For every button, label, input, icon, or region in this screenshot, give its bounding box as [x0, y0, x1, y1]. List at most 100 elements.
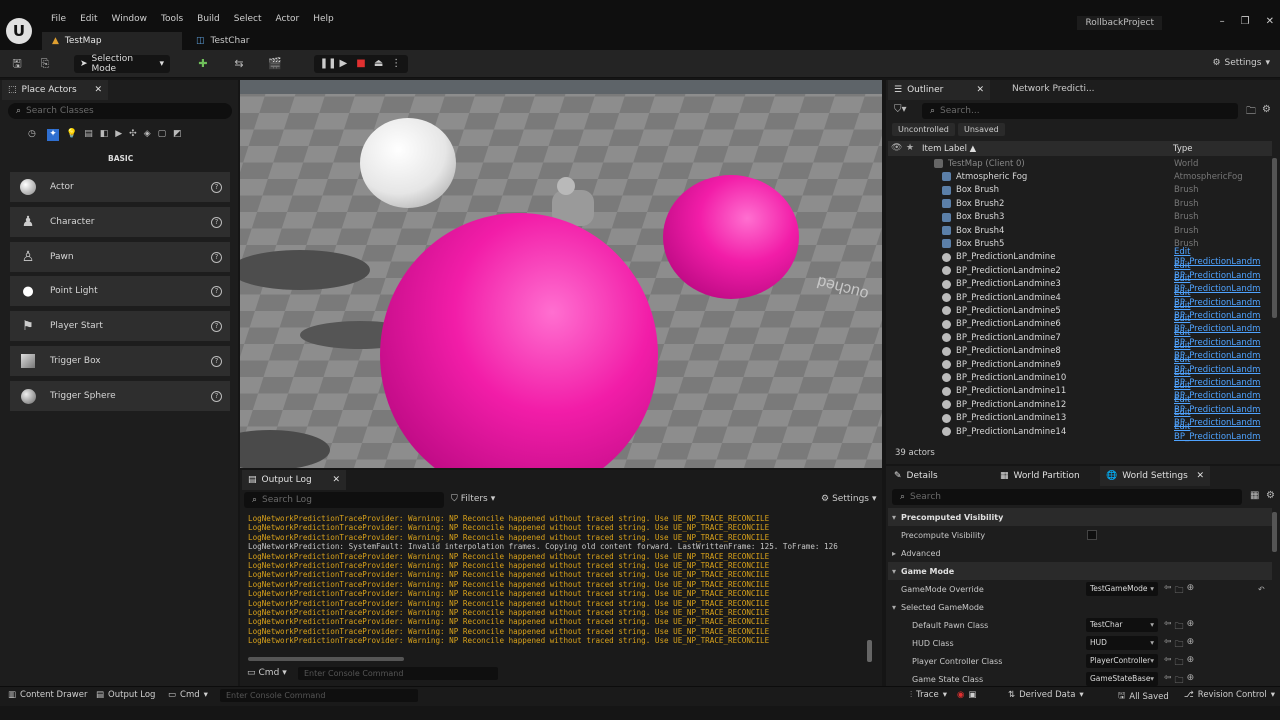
gear-icon[interactable]: ⚙	[1262, 104, 1271, 115]
grid-view-icon[interactable]: ▦	[1250, 490, 1259, 501]
menu-build[interactable]: Build	[190, 14, 227, 24]
menu-help[interactable]: Help	[306, 14, 341, 24]
tab-testchar[interactable]: ◫ TestChar	[186, 32, 306, 50]
save-status[interactable]: 🖫 All Saved	[1118, 690, 1169, 704]
outliner-row[interactable]: Box Brush3 Brush	[888, 211, 1272, 224]
more-options-icon[interactable]: ⋮	[390, 58, 402, 70]
close-tab-icon[interactable]: ✕	[976, 85, 984, 95]
help-icon[interactable]: ?	[211, 181, 222, 193]
shapes-icon[interactable]: ▤	[84, 129, 93, 141]
eject-icon[interactable]: ⏏	[373, 58, 385, 70]
cinematic-icon[interactable]: ◧	[100, 129, 109, 141]
trace-button[interactable]: ⫶ Trace ▾ ◉ ▣	[910, 690, 976, 700]
outliner-row[interactable]: TestMap (Client 0) World	[888, 157, 1272, 170]
basic-category-icon[interactable]: ✦	[47, 129, 59, 141]
outliner-row[interactable]: Box Brush2 Brush	[888, 197, 1272, 210]
console-command-input[interactable]: Enter Console Command	[298, 667, 498, 680]
menu-window[interactable]: Window	[105, 14, 155, 24]
place-actor-character[interactable]: ♟ Character ?	[10, 207, 230, 237]
tab-network-prediction[interactable]: Network Predicti...	[1012, 84, 1095, 94]
menu-file[interactable]: File	[44, 14, 73, 24]
recent-icon[interactable]: ◷	[28, 129, 40, 141]
chevron-down-icon[interactable]: ▾	[892, 567, 896, 576]
cmd-button[interactable]: ▭ Cmd ▾	[168, 690, 208, 700]
property-row[interactable]: Player Controller Class PlayerController ⇦…	[888, 652, 1272, 670]
place-actor-player-start[interactable]: ⚑ Player Start ?	[10, 311, 230, 341]
filter-icon[interactable]: ⛉▾	[894, 104, 907, 115]
outliner-row[interactable]: BP_PredictionLandmine14 Edit BP_Predictio…	[888, 422, 1272, 442]
visual-effects-icon[interactable]: ▶	[115, 129, 122, 141]
tab-world-settings[interactable]: 🌐 World Settings ✕	[1100, 466, 1210, 486]
property-section[interactable]: ▾ Precomputed Visibility	[888, 508, 1272, 526]
all-classes-icon[interactable]: ▢	[158, 129, 167, 141]
output-log-button[interactable]: ▤ Output Log	[96, 690, 155, 700]
details-scrollbar[interactable]	[1272, 512, 1277, 552]
blueprint-menu-icon[interactable]: ⇆	[232, 57, 246, 71]
save-icon[interactable]: 🖫	[10, 57, 24, 71]
source-control-icon[interactable]: ⎘	[38, 57, 52, 71]
add-icon[interactable]: ⊕	[1187, 637, 1195, 653]
class-dropdown[interactable]: TestChar	[1086, 618, 1158, 632]
step-icon[interactable]: ▶	[337, 58, 349, 70]
content-drawer-button[interactable]: ▥ Content Drawer	[8, 690, 87, 700]
chevron-down-icon[interactable]: ▾	[892, 603, 896, 612]
property-row[interactable]: Default Pawn Class TestChar ⇦🗀⊕	[888, 616, 1272, 634]
use-selected-icon[interactable]: ⇦	[1164, 655, 1172, 671]
tab-world-partition[interactable]: ▦ World Partition	[994, 466, 1096, 486]
property-section[interactable]: ▾ Selected GameMode	[888, 598, 1272, 616]
cmd-dropdown[interactable]: ▭ Cmd ▾	[247, 668, 287, 678]
place-actor-actor[interactable]: Actor ?	[10, 172, 230, 202]
lights-icon[interactable]: 💡	[66, 129, 77, 141]
settings-button[interactable]: ⚙ Settings ▾	[1212, 58, 1270, 68]
help-icon[interactable]: ?	[211, 251, 222, 263]
add-icon[interactable]: ⊕	[1187, 583, 1195, 599]
tab-output-log[interactable]: ▤ Output Log ✕	[242, 470, 346, 490]
add-actor-icon[interactable]: ✚	[196, 57, 210, 71]
help-icon[interactable]: ?	[211, 216, 222, 228]
filter-uncontrolled[interactable]: Uncontrolled	[892, 123, 955, 136]
property-row[interactable]: Precompute Visibility	[888, 526, 1272, 544]
geometry-icon[interactable]: ✣	[129, 129, 137, 141]
tab-details[interactable]: ✎ Details	[888, 466, 990, 486]
derived-data-button[interactable]: ⇅ Derived Data ▾	[1008, 690, 1084, 700]
add-folder-icon[interactable]: 🗀	[1246, 104, 1256, 121]
outliner-search-input[interactable]: ⌕ Search...	[922, 103, 1238, 119]
pause-icon[interactable]: ❚❚	[320, 58, 337, 70]
column-item-label[interactable]: Item Label ▲	[922, 144, 976, 154]
search-classes-input[interactable]: ⌕ Search Classes	[8, 103, 232, 119]
browse-icon[interactable]: 🗀	[1175, 655, 1184, 671]
menu-select[interactable]: Select	[227, 14, 269, 24]
selection-mode-dropdown[interactable]: ➤ Selection Mode ▾	[74, 54, 170, 74]
add-icon[interactable]: ⊕	[1187, 619, 1195, 635]
browse-icon[interactable]: 🗀	[1175, 619, 1184, 635]
class-dropdown[interactable]: TestGameMode	[1086, 582, 1158, 596]
property-row[interactable]: GameMode Override TestGameMode ⇦🗀⊕ ↶	[888, 580, 1272, 598]
star-icon[interactable]: ★	[906, 143, 914, 153]
browse-icon[interactable]: 🗀	[1175, 637, 1184, 653]
close-tab-icon[interactable]: ✕	[94, 85, 102, 95]
column-type[interactable]: Type	[1173, 144, 1193, 154]
outliner-row[interactable]: Atmospheric Fog AtmosphericFog	[888, 170, 1272, 183]
property-section[interactable]: ▾ Game Mode	[888, 562, 1272, 580]
level-viewport[interactable]: ouched	[240, 80, 882, 468]
place-actor-trigger-sphere[interactable]: Trigger Sphere ?	[10, 381, 230, 411]
outliner-item-type[interactable]: Edit BP_PredictionLandm	[1174, 422, 1272, 442]
close-icon[interactable]: ✕	[1266, 16, 1274, 27]
revision-control-button[interactable]: ⎇ Revision Control ▾	[1184, 690, 1275, 700]
precompute-visibility-checkbox[interactable]	[1087, 530, 1097, 540]
outliner-row[interactable]: Box Brush4 Brush	[888, 224, 1272, 237]
status-console-input[interactable]: Enter Console Command	[220, 689, 418, 702]
search-log-input[interactable]: ⌕ Search Log	[244, 492, 444, 508]
menu-edit[interactable]: Edit	[73, 14, 104, 24]
class-dropdown[interactable]: GameStateBase	[1086, 672, 1158, 686]
unreal-logo[interactable]: U	[6, 18, 32, 44]
tab-place-actors[interactable]: ⬚ Place Actors ✕	[2, 80, 108, 100]
tab-testmap[interactable]: ▲ TestMap	[42, 32, 182, 50]
menu-actor[interactable]: Actor	[269, 14, 307, 24]
log-h-scrollbar[interactable]	[248, 657, 404, 661]
close-tab-icon[interactable]: ✕	[1196, 471, 1204, 481]
help-icon[interactable]: ?	[211, 285, 222, 297]
help-icon[interactable]: ?	[211, 355, 222, 367]
stop-icon[interactable]: ■	[355, 58, 367, 70]
maximize-icon[interactable]: ❐	[1241, 16, 1250, 27]
